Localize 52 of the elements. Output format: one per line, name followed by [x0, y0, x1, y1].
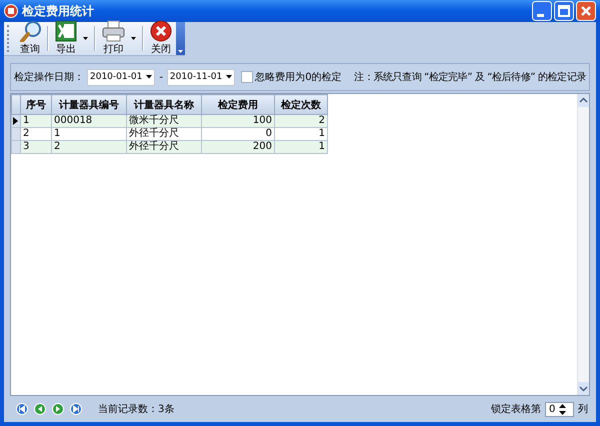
range-separator: - — [159, 72, 163, 82]
caret-icon — [226, 75, 232, 79]
app-icon — [4, 4, 18, 18]
freeze-label: 锁定表格第 — [491, 402, 541, 416]
caret-icon[interactable] — [131, 37, 136, 40]
freeze-unit: 列 — [578, 403, 588, 416]
caret-icon — [146, 75, 152, 79]
scroll-up-icon — [578, 94, 589, 107]
column-spinner[interactable]: 0 — [545, 402, 574, 416]
toolbar-button[interactable]: 导出 — [51, 19, 81, 58]
table-cell: 100 — [202, 114, 274, 128]
record-count: 当前记录数：3条 — [98, 402, 174, 416]
toolbar-button[interactable]: 打印 — [98, 19, 129, 58]
row-header[interactable] — [12, 114, 20, 128]
toolbar-button[interactable]: 关闭 — [146, 19, 176, 58]
date-label: 检定操作日期： — [14, 70, 84, 84]
scrollbar[interactable] — [577, 94, 589, 395]
scroll-down-icon — [578, 382, 589, 395]
table-cell: 微米千分尺 — [126, 114, 202, 128]
date-dropdown[interactable]: 2010-01-01 — [87, 68, 156, 86]
column-header[interactable]: 计量器具名称 — [126, 94, 202, 114]
next-record-icon[interactable] — [52, 403, 64, 415]
checkbox-label: 忽略费用为0的检定 — [255, 70, 342, 84]
window-title: 检定费用统计 — [22, 2, 95, 20]
spinner-arrows-icon — [558, 402, 568, 416]
column-header[interactable]: 检定次数 — [274, 94, 328, 114]
column-header[interactable]: 序号 — [20, 94, 52, 114]
first-record-icon[interactable] — [16, 403, 28, 415]
date-dropdown[interactable]: 2010-11-01 — [166, 68, 236, 86]
note-text: 注：系统只查询 “检定完毕” 及 “检后待修” 的检定记录 — [354, 70, 586, 84]
table-cell: 2 — [52, 140, 126, 154]
close-icon — [150, 20, 172, 42]
minimize-button[interactable] — [532, 1, 552, 21]
table-cell: 200 — [202, 140, 274, 154]
table-cell: 2 — [274, 114, 328, 128]
checkbox[interactable] — [241, 71, 254, 83]
previous-record-icon[interactable] — [34, 403, 46, 415]
current-row-icon — [13, 117, 18, 125]
caret-icon[interactable] — [83, 37, 88, 40]
table-cell: 外径千分尺 — [126, 140, 202, 154]
table-cell: 000018 — [52, 114, 126, 128]
last-record-icon[interactable] — [70, 403, 82, 415]
printer-icon — [102, 20, 125, 42]
toolbar-button[interactable]: 查询 — [15, 19, 45, 58]
chevron-icon[interactable] — [178, 50, 183, 53]
spreadsheet-icon — [55, 20, 77, 42]
column-header[interactable]: 计量器具编号 — [52, 94, 126, 114]
maximize-button[interactable] — [554, 1, 574, 21]
close-button[interactable] — [576, 1, 596, 21]
column-header[interactable]: 检定费用 — [202, 94, 274, 114]
table-cell: 1 — [274, 140, 328, 154]
magnifier-icon — [19, 20, 41, 42]
